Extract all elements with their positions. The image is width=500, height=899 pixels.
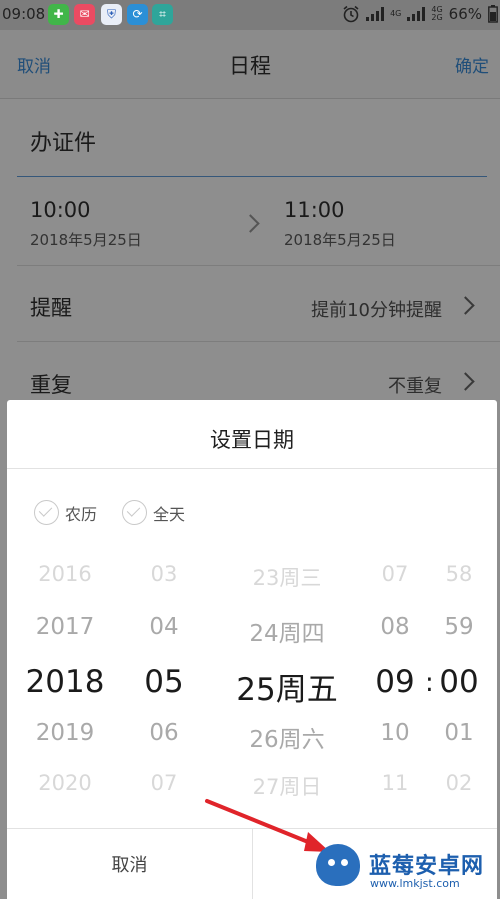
end-date: 2018年5月25日 [284, 231, 396, 249]
year-option[interactable]: 2017 [15, 614, 115, 640]
reminder-value: 提前10分钟提醒 [311, 300, 442, 321]
hour-option[interactable]: 08 [365, 614, 425, 640]
month-selected[interactable]: 05 [124, 664, 204, 700]
minute-option[interactable]: 58 [431, 562, 487, 586]
status-bar: 09:08 ✚ ✉ ⛨ ⟳ ⌗ 4G 4G 2G 66% [0, 0, 500, 30]
hour-option[interactable]: 10 [365, 720, 425, 746]
day-selected[interactable]: 25周五 [221, 664, 353, 709]
hour-selected[interactable]: 09 [365, 664, 425, 700]
sync-icon: ⟳ [127, 4, 148, 25]
set-date-dialog: 设置日期 农历 全天 2016 2017 2018 2019 2020 03 0… [7, 400, 497, 899]
page-title: 日程 [229, 54, 271, 78]
signal-icon [366, 7, 385, 21]
dialog-cancel-button[interactable]: 取消 [7, 851, 252, 877]
battery-label: 66% [448, 5, 482, 23]
event-title-input[interactable]: 办证件 [30, 125, 96, 157]
signal-2-icon [407, 7, 426, 21]
chevron-right-icon [241, 214, 260, 233]
watermark: 蓝莓安卓网 www.lmkjst.com [310, 836, 500, 899]
lunar-label: 农历 [65, 504, 98, 524]
battery-icon [488, 5, 498, 23]
month-option[interactable]: 07 [124, 771, 204, 795]
day-option[interactable]: 23周三 [221, 562, 353, 592]
hour-option[interactable]: 07 [365, 562, 425, 586]
day-wheel[interactable]: 23周三 24周四 25周五 26周六 27周日 [221, 550, 353, 820]
month-option[interactable]: 04 [124, 614, 204, 640]
month-option[interactable]: 03 [124, 562, 204, 586]
day-option[interactable]: 26周六 [221, 720, 353, 754]
hour-option[interactable]: 11 [365, 771, 425, 795]
month-wheel[interactable]: 03 04 05 06 07 [124, 550, 204, 820]
dialog-divider [7, 468, 497, 469]
network-1-label: 4G [390, 9, 402, 18]
status-right: 4G 4G 2G 66% [342, 5, 498, 23]
event-title-underline [17, 176, 487, 177]
lunar-checkbox[interactable]: 农历 [34, 500, 97, 525]
watermark-logo-icon [316, 844, 360, 886]
year-option[interactable]: 2016 [15, 562, 115, 586]
chevron-right-icon [456, 296, 475, 315]
minute-wheel[interactable]: 58 59 00 01 02 [431, 550, 487, 820]
divider [17, 341, 500, 342]
nav-confirm-button[interactable]: 确定 [455, 52, 489, 77]
shield-icon: ⛨ [101, 4, 122, 25]
repeat-label: 重复 [30, 373, 72, 397]
status-time: 09:08 [2, 5, 46, 23]
minute-option[interactable]: 01 [431, 720, 487, 746]
end-time: 11:00 [284, 198, 345, 222]
network-2-label: 4G 2G [431, 5, 443, 22]
top-nav: 取消 日程 确定 [0, 30, 500, 99]
dialog-title: 设置日期 [210, 428, 294, 452]
day-option[interactable]: 27周日 [221, 771, 353, 801]
month-option[interactable]: 06 [124, 720, 204, 746]
year-option[interactable]: 2020 [15, 771, 115, 795]
alarm-icon [343, 5, 359, 23]
year-selected[interactable]: 2018 [15, 664, 115, 700]
divider [17, 265, 500, 266]
year-wheel[interactable]: 2016 2017 2018 2019 2020 [15, 550, 115, 820]
watermark-name: 蓝莓安卓网 [369, 854, 485, 879]
minute-option[interactable]: 59 [431, 614, 487, 640]
start-time: 10:00 [30, 198, 91, 222]
all-day-checkbox[interactable]: 全天 [122, 500, 185, 525]
hour-wheel[interactable]: 07 08 09 10 11 [365, 550, 425, 820]
chevron-right-icon [456, 372, 475, 391]
time-range-row[interactable]: 10:00 2018年5月25日 11:00 2018年5月25日 [0, 196, 500, 256]
minute-option[interactable]: 02 [431, 771, 487, 795]
watermark-url: www.lmkjst.com [370, 877, 460, 890]
reminder-label: 提醒 [30, 296, 72, 320]
mail-icon: ✉ [74, 4, 95, 25]
check-circle-icon [34, 500, 59, 525]
repeat-value: 不重复 [388, 376, 442, 397]
shield-plus-icon: ✚ [48, 4, 69, 25]
check-circle-icon [122, 500, 147, 525]
all-day-label: 全天 [153, 504, 186, 524]
scan-icon: ⌗ [152, 4, 173, 25]
start-date: 2018年5月25日 [30, 231, 142, 249]
minute-selected[interactable]: 00 [431, 664, 487, 700]
year-option[interactable]: 2019 [15, 720, 115, 746]
day-option[interactable]: 24周四 [221, 614, 353, 648]
